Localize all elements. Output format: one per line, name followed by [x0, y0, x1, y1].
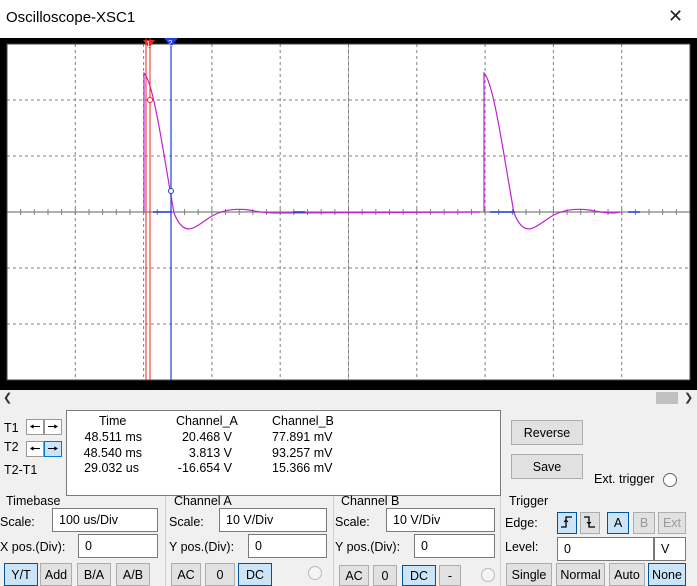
cursor-t1-label: T1 [4, 421, 19, 435]
rising-edge-icon[interactable] [557, 512, 577, 534]
trigger-auto-button[interactable]: Auto [609, 563, 645, 586]
trigger-normal-button[interactable]: Normal [556, 563, 605, 586]
t1-left-arrow-icon[interactable]: 🠔 [26, 419, 44, 435]
readout-header-time: Time [99, 414, 127, 428]
cursor-t2-dot [168, 188, 174, 194]
channel-a-ypos-label: Y pos.(Div): [169, 540, 235, 554]
channel-b-ypos-field[interactable]: 0 [414, 534, 495, 558]
separator [165, 496, 166, 586]
readout-t2-channel-a: 3.813 V [188, 446, 232, 460]
falling-edge-icon[interactable] [580, 512, 600, 534]
trigger-level-label: Level: [505, 540, 539, 554]
separator [500, 496, 501, 586]
channel-b-ypos-label: Y pos.(Div): [335, 540, 401, 554]
trigger-source-a-button[interactable]: A [607, 512, 629, 534]
trigger-edge-label: Edge: [505, 516, 538, 530]
channel-a-ypos-field[interactable]: 0 [248, 534, 327, 558]
channel-a-dc-button[interactable]: DC [238, 563, 272, 586]
timebase-scale-field[interactable]: 100 us/Div [52, 508, 158, 532]
readout-t1-channel-a: 20.468 V [181, 430, 232, 444]
cursor-t1-dot [147, 97, 153, 103]
channel-a-radio[interactable] [308, 566, 322, 580]
horizontal-scrollbar[interactable] [0, 390, 697, 406]
channel-b-radio[interactable] [481, 568, 495, 582]
trigger-source-b-button[interactable]: B [633, 512, 655, 534]
close-icon[interactable]: ✕ [668, 6, 683, 27]
mode-ba-button[interactable]: B/A [77, 563, 111, 586]
ext-trigger-radio[interactable] [663, 473, 677, 487]
channel-a-group-label: Channel A [174, 494, 232, 508]
timebase-scale-label: Scale: [0, 515, 35, 529]
trigger-level-field[interactable]: 0 [557, 537, 654, 561]
mode-ab-button[interactable]: A/B [116, 563, 150, 586]
cursor-t1-marker: 1 [146, 40, 151, 49]
trigger-single-button[interactable]: Single [506, 563, 552, 586]
readout-header-channel-a: Channel_A [176, 414, 238, 428]
channel-b-scale-field[interactable]: 10 V/Div [386, 508, 495, 532]
channel-a-ac-button[interactable]: AC [171, 563, 201, 586]
timebase-xpos-label: X pos.(Div): [0, 540, 66, 554]
scope-screen[interactable]: 1 2 [0, 38, 697, 390]
channel-a-scale-label: Scale: [169, 515, 204, 529]
scroll-thumb[interactable] [656, 392, 678, 404]
readout-diff-channel-b: 15.366 mV [272, 461, 333, 475]
readout-diff-time: 29.032 us [84, 461, 139, 475]
t1-right-arrow-icon[interactable]: 🠖 [44, 419, 62, 435]
timebase-group-label: Timebase [6, 494, 61, 508]
channel-a-scale-field[interactable]: 10 V/Div [219, 508, 327, 532]
timebase-xpos-field[interactable]: 0 [78, 534, 158, 558]
channel-b-minus-button[interactable]: - [439, 565, 461, 586]
scroll-right-icon[interactable]: ❯ [684, 391, 693, 404]
trigger-level-unit[interactable]: V [654, 537, 686, 561]
trigger-group-label: Trigger [509, 494, 549, 508]
separator [333, 496, 334, 586]
trigger-source-ext-button[interactable]: Ext [658, 512, 686, 534]
channel-b-group-label: Channel B [341, 494, 400, 508]
mode-add-button[interactable]: Add [40, 563, 72, 586]
readout-t2-channel-b: 93.257 mV [272, 446, 333, 460]
readout-t1-time: 48.511 ms [84, 430, 142, 444]
readout-diff-channel-a: -16.654 V [177, 461, 232, 475]
readout-t1-channel-b: 77.891 mV [272, 430, 333, 444]
reverse-button[interactable]: Reverse [511, 420, 583, 445]
scroll-left-icon[interactable]: ❮ [3, 391, 12, 404]
cursor-t2-marker: 2 [168, 39, 173, 48]
mode-yt-button[interactable]: Y/T [4, 563, 38, 586]
channel-b-dc-button[interactable]: DC [402, 565, 436, 586]
cursor-t2-label: T2 [4, 440, 19, 454]
cursor-diff-label: T2-T1 [4, 463, 38, 477]
readout-t2-time: 48.540 ms [83, 446, 142, 460]
channel-b-ac-button[interactable]: AC [339, 565, 369, 586]
t2-left-arrow-icon[interactable]: 🠔 [26, 441, 44, 457]
readout-header-channel-b: Channel_B [272, 414, 334, 428]
trigger-none-button[interactable]: None [648, 563, 686, 586]
channel-b-scale-label: Scale: [335, 515, 370, 529]
channel-b-zero-button[interactable]: 0 [373, 565, 397, 586]
window-title: Oscilloscope-XSC1 [6, 9, 136, 26]
ext-trigger-label: Ext. trigger [594, 472, 655, 486]
save-button[interactable]: Save [511, 454, 583, 479]
channel-a-zero-button[interactable]: 0 [205, 563, 235, 586]
t2-right-arrow-icon[interactable]: 🠖 [44, 441, 62, 457]
